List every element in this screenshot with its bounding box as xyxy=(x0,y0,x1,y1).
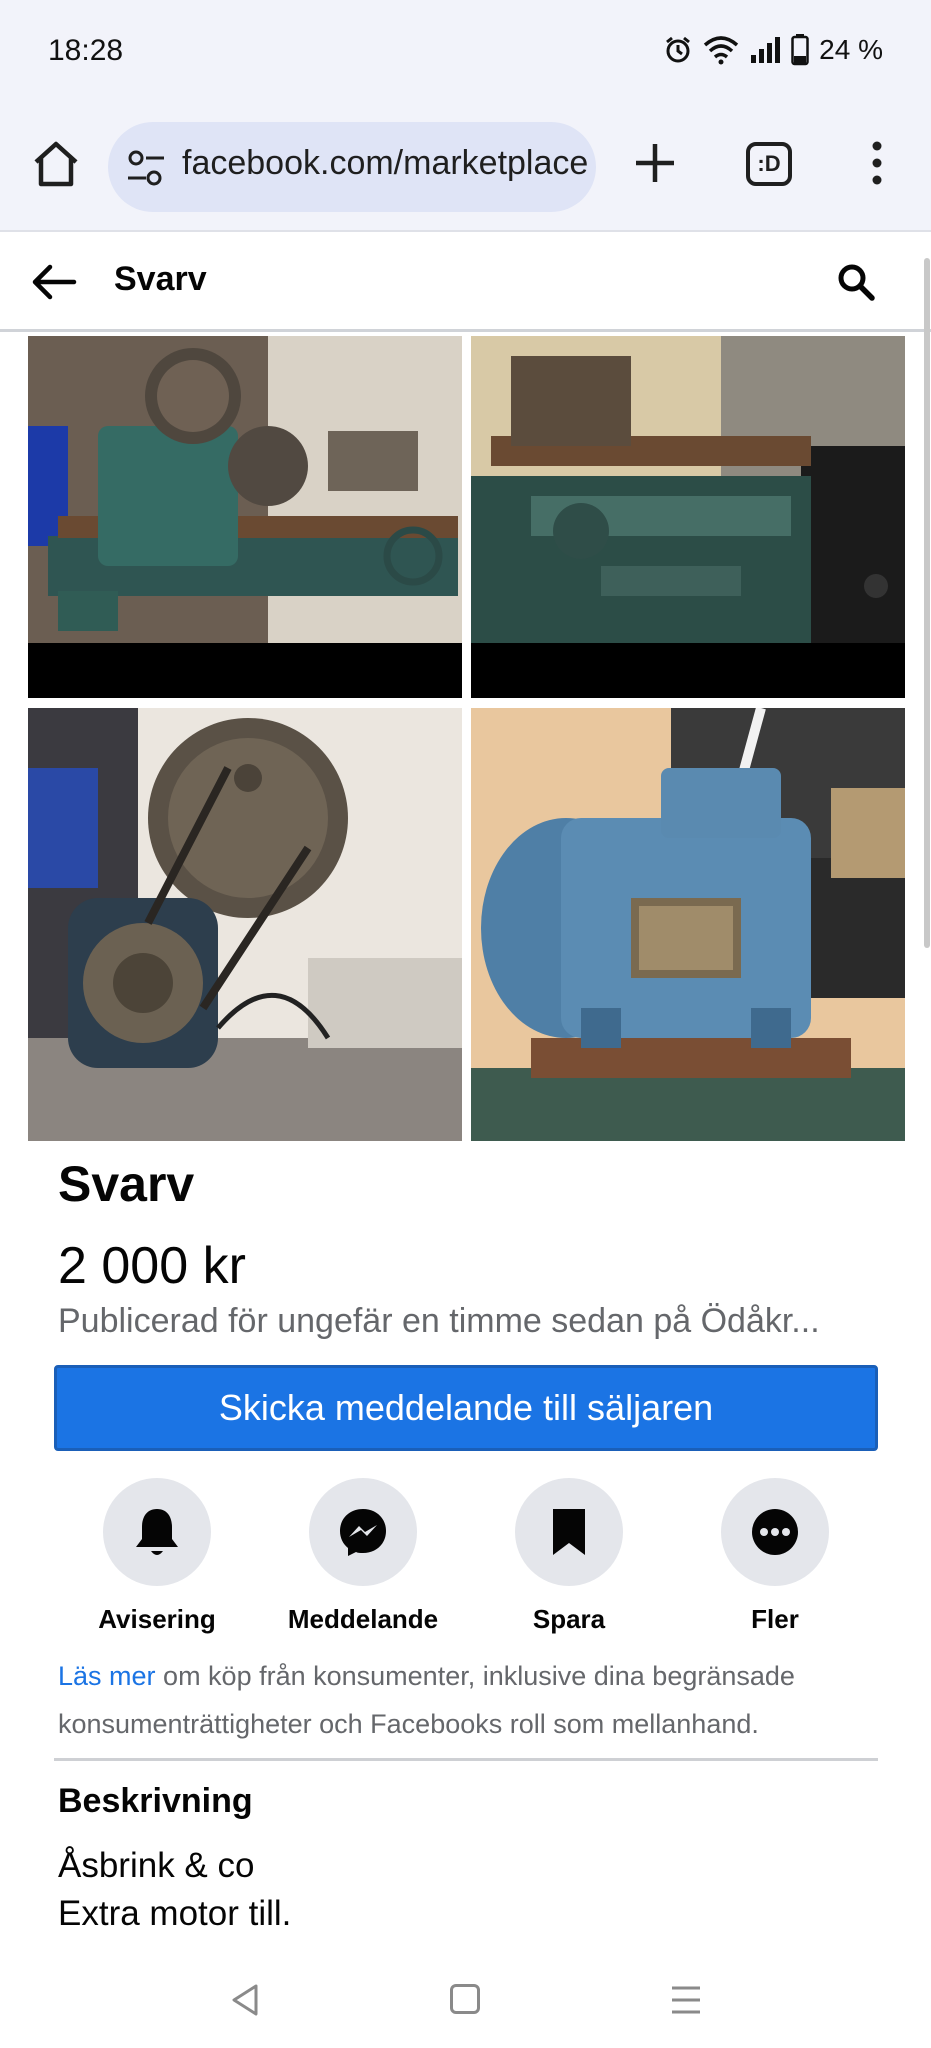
tabs-button[interactable]: :D xyxy=(746,142,792,186)
description-line-1: Åsbrink & co xyxy=(58,1846,255,1885)
nav-home-icon[interactable] xyxy=(450,1984,480,2014)
save-button[interactable] xyxy=(515,1478,623,1586)
notice-text: om köp från konsumenter, inklusive dina … xyxy=(58,1661,795,1739)
listing-photo-2[interactable] xyxy=(471,336,905,698)
notify-label: Avisering xyxy=(98,1604,216,1634)
action-row: Avisering Meddelande Spara Fler xyxy=(54,1478,878,1634)
search-icon[interactable] xyxy=(834,260,878,304)
battery-icon xyxy=(791,34,809,66)
listing-title: Svarv xyxy=(58,1156,195,1212)
more-action[interactable]: Fler xyxy=(680,1478,870,1635)
message-seller-button[interactable]: Skicka meddelande till säljaren xyxy=(54,1365,878,1451)
more-vert-icon[interactable] xyxy=(862,138,892,188)
home-icon[interactable] xyxy=(28,136,84,192)
new-tab-icon[interactable] xyxy=(630,138,680,188)
consumer-rights-notice: Läs mer om köp från konsumenter, inklusi… xyxy=(58,1652,878,1748)
battery-percent: 24 % xyxy=(819,34,883,65)
section-divider xyxy=(54,1758,878,1761)
more-horizontal-icon xyxy=(752,1509,798,1555)
listing-photo-3[interactable] xyxy=(28,708,462,1141)
listing-photo-4[interactable] xyxy=(471,708,905,1141)
status-bar: 18:28 24 % xyxy=(0,0,931,100)
address-bar[interactable]: facebook.com/marketplace xyxy=(108,122,596,212)
save-action[interactable]: Spara xyxy=(474,1478,664,1635)
read-more-link[interactable]: Läs mer xyxy=(58,1661,156,1691)
site-settings-icon[interactable] xyxy=(124,146,168,190)
message-button[interactable] xyxy=(309,1478,417,1586)
url-text: facebook.com/marketplace xyxy=(182,144,589,182)
browser-toolbar: facebook.com/marketplace :D xyxy=(0,100,931,232)
save-label: Spara xyxy=(532,1604,606,1634)
nav-back-icon[interactable] xyxy=(228,1982,262,2018)
wifi-icon xyxy=(704,36,739,65)
notify-button[interactable] xyxy=(103,1478,211,1586)
signal-icon xyxy=(751,37,781,63)
app-header: Svarv xyxy=(0,232,931,332)
status-icons: 24 % xyxy=(663,34,883,66)
header-title: Svarv xyxy=(114,260,207,298)
description-line-2: Extra motor till. xyxy=(58,1894,292,1933)
more-button[interactable] xyxy=(721,1478,829,1586)
bell-icon xyxy=(136,1509,178,1555)
status-time: 18:28 xyxy=(48,34,124,67)
bookmark-icon xyxy=(553,1509,585,1555)
listing-posted-info: Publicerad för ungefär en timme sedan på… xyxy=(58,1302,820,1340)
messenger-icon xyxy=(340,1509,386,1556)
message-action[interactable]: Meddelande xyxy=(268,1478,458,1635)
listing-price: 2 000 kr xyxy=(58,1237,246,1295)
nav-recents-icon[interactable] xyxy=(670,1982,702,2018)
system-nav-bar xyxy=(0,1960,931,2048)
alarm-icon xyxy=(666,36,691,63)
more-label: Fler xyxy=(751,1604,799,1634)
listing-photo-1[interactable] xyxy=(28,336,462,698)
scrollbar[interactable] xyxy=(924,258,930,948)
back-arrow-icon[interactable] xyxy=(30,258,78,306)
notify-action[interactable]: Avisering xyxy=(62,1478,252,1635)
message-label: Meddelande xyxy=(287,1604,439,1634)
description-heading: Beskrivning xyxy=(58,1782,253,1820)
